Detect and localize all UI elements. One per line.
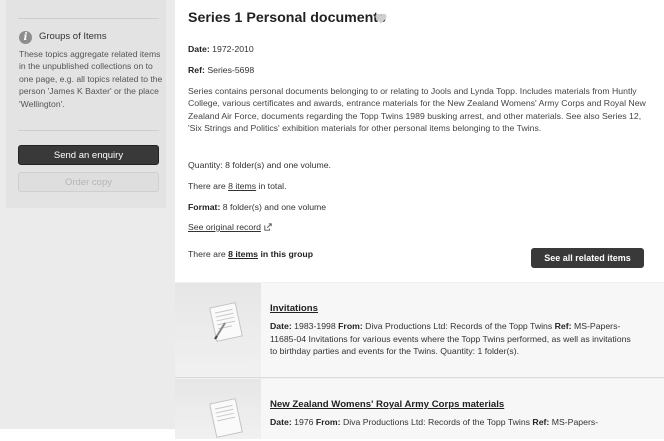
quantity-line: Quantity: 8 folder(s) and one volume. <box>188 160 331 170</box>
total-items-link[interactable]: 8 items <box>228 181 256 191</box>
groups-description: These topics aggregate related items in … <box>19 49 163 109</box>
item-date-label: Date: <box>270 417 292 427</box>
format-value: 8 folder(s) and one volume <box>222 202 327 212</box>
send-enquiry-button[interactable]: Send an enquiry <box>18 145 159 165</box>
item-title-link[interactable]: Invitations <box>270 303 318 314</box>
item-ref-label: Ref: <box>554 321 572 331</box>
record-panel: Series 1 Personal documents Date: 1972-2… <box>175 0 664 283</box>
ref-value: Series-5698 <box>207 65 255 75</box>
item-desc: Invitations for various events where the… <box>270 333 631 357</box>
ref-label: Ref: <box>188 65 205 75</box>
item-date: 1983-1998 <box>294 321 336 331</box>
external-link-icon <box>264 223 272 231</box>
item-description: Date: 1983-1998 From: Diva Productions L… <box>270 320 640 358</box>
group-suffix: in this group <box>258 249 314 259</box>
item-date: 1976 <box>294 417 314 427</box>
sidebar-divider <box>18 130 159 131</box>
list-item: New Zealand Womens' Royal Army Corps mat… <box>175 379 664 439</box>
order-copy-button[interactable]: Order copy <box>18 172 159 192</box>
date-label: Date: <box>188 44 210 54</box>
date-line: Date: 1972-2010 <box>188 44 254 54</box>
item-title-link[interactable]: New Zealand Womens' Royal Army Corps mat… <box>270 399 504 410</box>
original-record-line: See original record <box>188 222 272 232</box>
list-item: Invitations Date: 1983-1998 From: Diva P… <box>175 283 664 378</box>
info-icon: i <box>19 31 32 44</box>
item-description: Date: 1976 From: Diva Productions Ltd: R… <box>270 416 640 429</box>
item-ref-label: Ref: <box>532 417 550 427</box>
item-thumbnail <box>175 283 261 377</box>
heart-icon[interactable] <box>375 13 387 24</box>
groups-title: Groups of Items <box>39 31 107 42</box>
item-from-label: From: <box>338 321 363 331</box>
item-from: Diva Productions Ltd: Records of the Top… <box>342 417 530 427</box>
page-title: Series 1 Personal documents <box>188 10 386 26</box>
see-original-record-link[interactable]: See original record <box>188 222 261 232</box>
total-suffix: in total. <box>256 181 287 191</box>
document-icon <box>209 398 243 438</box>
format-label: Format: <box>188 202 221 212</box>
item-date-label: Date: <box>270 321 292 331</box>
item-from-label: From: <box>315 417 341 427</box>
group-items-link[interactable]: 8 items <box>228 249 258 259</box>
item-thumbnail <box>175 379 261 439</box>
format-line: Format: 8 folder(s) and one volume <box>188 202 326 212</box>
ref-line: Ref: Series-5698 <box>188 65 254 75</box>
group-prefix: There are <box>188 249 229 259</box>
group-items-line: There are 8 items in this group <box>188 249 313 259</box>
column-separator <box>166 0 175 429</box>
record-description: Series contains personal documents belon… <box>188 86 646 134</box>
document-icon <box>209 302 243 342</box>
date-value: 1972-2010 <box>212 44 254 54</box>
sidebar-divider-top <box>18 18 159 19</box>
item-from: Diva Productions Ltd: Records of the Top… <box>365 321 553 331</box>
total-prefix: There are <box>188 181 229 191</box>
sidebar: i Groups of Items These topics aggregate… <box>0 0 170 429</box>
item-ref: MS-Papers- <box>551 417 599 427</box>
total-items-line: There are 8 items in total. <box>188 181 287 191</box>
see-all-related-items-button[interactable]: See all related items <box>531 248 644 268</box>
